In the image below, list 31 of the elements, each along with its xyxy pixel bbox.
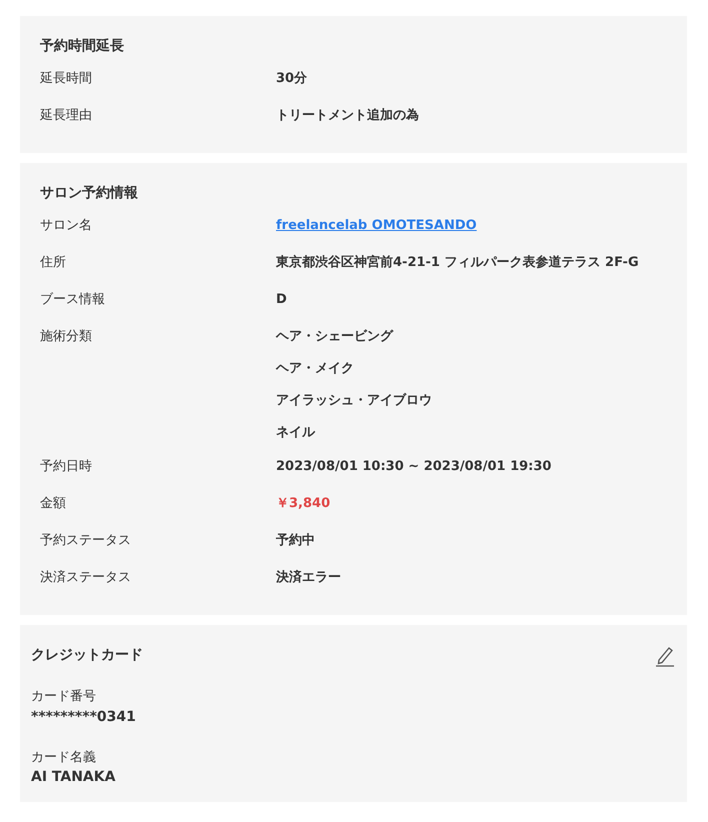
field-label: カード番号 [31,688,97,706]
field-value: 予約中 [276,533,315,548]
section-title: サロン予約情報 [40,184,139,203]
field-label: サロン名 [40,217,93,235]
category-value: ネイル [276,425,315,440]
pencil-icon [655,644,675,667]
field-label: 施術分類 [40,328,93,346]
category-value: ヘア・シェービング [276,329,393,344]
field-value: 30分 [276,71,308,86]
price-value: ￥3,840 [276,496,330,511]
field-value: *********0341 [31,708,136,724]
field-label: 決済ステータス [40,569,132,587]
field-value: 東京都渋谷区神宮前4-21-1 フィルパーク表参道テラス 2F-G [276,255,639,270]
field-label: カード名義 [31,748,97,766]
field-label: ブース情報 [40,291,106,309]
section-title: 予約時間延長 [40,37,125,56]
field-label: 予約ステータス [40,532,132,550]
category-value: ヘア・メイク [276,361,354,376]
section-title: クレジットカード [31,646,143,664]
field-value: D [276,292,287,307]
field-value: トリートメント追加の為 [276,108,419,123]
salon-link[interactable]: freelancelab OMOTESANDO [276,218,477,233]
field-label: 金額 [40,495,67,513]
category-value: アイラッシュ・アイブロウ [276,393,432,408]
field-label: 延長理由 [40,107,93,125]
field-value: 2023/08/01 10:30 ~ 2023/08/01 19:30 [276,459,552,474]
field-value: AI TANAKA [31,769,116,785]
field-label: 住所 [40,254,67,272]
field-label: 予約日時 [40,458,93,476]
field-value: 決済エラー [276,570,341,585]
field-label: 延長時間 [40,70,93,88]
